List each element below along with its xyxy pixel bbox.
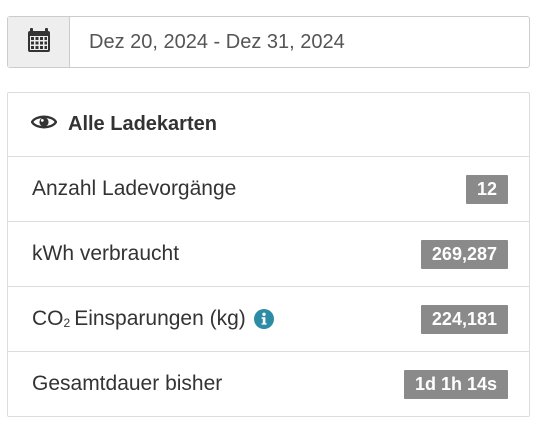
info-circle-icon[interactable] [253, 309, 274, 329]
stat-row-co2: CO 2 Einsparungen (kg) 224,181 [8, 287, 529, 352]
stat-value-badge: 12 [465, 174, 508, 204]
stat-label: kWh verbraucht [32, 242, 180, 265]
date-range-text: Dez 20, 2024 - Dez 31, 2024 [89, 30, 345, 53]
panel-heading: Alle Ladekarten [8, 93, 529, 157]
co2-label-subscript: 2 [63, 316, 71, 330]
stat-label-co2: CO 2 Einsparungen (kg) [32, 307, 274, 331]
eye-icon [30, 113, 58, 136]
stat-value-badge: 269,287 [420, 239, 508, 269]
date-range-picker[interactable]: Dez 20, 2024 - Dez 31, 2024 [7, 16, 530, 68]
stats-panel: Alle Ladekarten Anzahl Ladevorgänge 12 k… [7, 92, 530, 417]
stat-label: Anzahl Ladevorgänge [32, 177, 237, 200]
date-range-input[interactable]: Dez 20, 2024 - Dez 31, 2024 [70, 17, 529, 67]
calendar-icon [27, 27, 50, 57]
calendar-button[interactable] [8, 17, 70, 67]
panel-title: Alle Ladekarten [68, 113, 217, 135]
stat-label: Gesamtdauer bisher [32, 372, 223, 395]
stat-row-duration: Gesamtdauer bisher 1d 1h 14s [8, 352, 529, 416]
co2-label-rest: Einsparungen (kg) [74, 307, 246, 330]
stat-row-charging-count: Anzahl Ladevorgänge 12 [8, 157, 529, 222]
stat-row-kwh: kWh verbraucht 269,287 [8, 222, 529, 287]
stat-value-badge: 1d 1h 14s [403, 369, 508, 399]
co2-label-main: CO [32, 307, 64, 330]
stat-value-badge: 224,181 [420, 304, 508, 334]
